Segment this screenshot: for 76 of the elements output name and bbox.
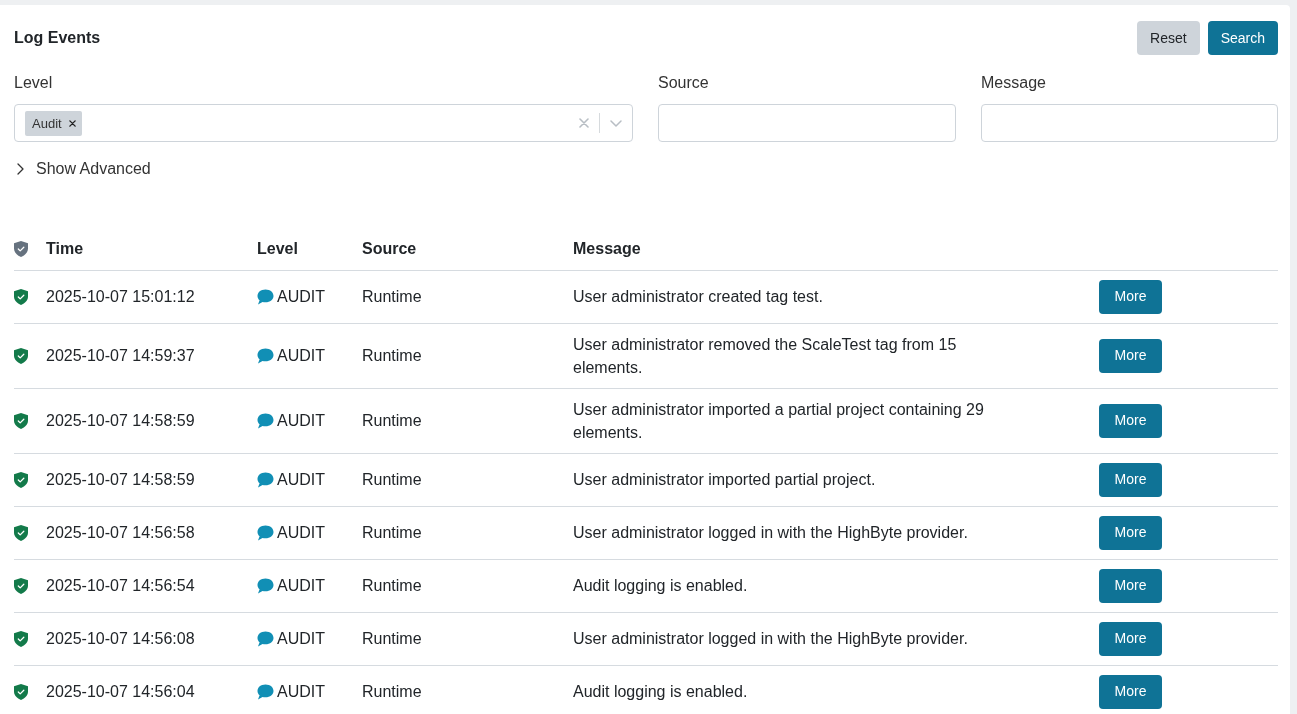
- more-button[interactable]: More: [1099, 403, 1162, 438]
- level-text: AUDIT: [277, 629, 325, 649]
- speech-bubble-icon: [257, 471, 274, 488]
- source-cell: Runtime: [362, 453, 573, 506]
- level-text: AUDIT: [277, 682, 325, 702]
- more-button[interactable]: More: [1099, 674, 1162, 709]
- message-cell: User administrator imported partial project.: [573, 453, 1099, 506]
- time-cell: 2025-10-07 14:56:54: [46, 559, 257, 612]
- shield-check-icon: [14, 630, 28, 647]
- shield-check-icon: [14, 577, 28, 594]
- search-button[interactable]: Search: [1207, 21, 1278, 55]
- level-select[interactable]: Audit: [14, 104, 633, 142]
- source-cell: Runtime: [362, 323, 573, 388]
- level-text: AUDIT: [277, 346, 325, 366]
- time-cell: 2025-10-07 14:58:59: [46, 388, 257, 453]
- column-header: Source: [362, 228, 573, 270]
- chevron-down-icon[interactable]: [610, 119, 622, 127]
- column-header: Level: [257, 228, 362, 270]
- text-input[interactable]: [658, 104, 956, 142]
- field-label: Message: [981, 73, 1047, 93]
- more-button[interactable]: More: [1099, 621, 1162, 656]
- chip-label: Audit: [32, 116, 62, 130]
- shield-check-icon: [14, 240, 28, 257]
- message-cell: User administrator removed the ScaleTest tag from 15 elements.: [573, 323, 1099, 388]
- speech-bubble-icon: [257, 412, 274, 429]
- source-cell: Runtime: [362, 559, 573, 612]
- shield-check-icon: [14, 471, 28, 488]
- source-cell: Runtime: [362, 612, 573, 665]
- more-button[interactable]: More: [1099, 462, 1162, 497]
- source-cell: Runtime: [362, 388, 573, 453]
- shield-check-icon: [14, 524, 28, 541]
- text-input[interactable]: [981, 104, 1278, 142]
- more-button[interactable]: More: [1099, 515, 1162, 550]
- speech-bubble-icon: [257, 630, 274, 647]
- time-cell: 2025-10-07 14:56:04: [46, 665, 257, 714]
- time-cell: 2025-10-07 14:56:08: [46, 612, 257, 665]
- level-text: AUDIT: [277, 576, 325, 596]
- speech-bubble-icon: [257, 524, 274, 541]
- message-cell: User administrator logged in with the HighByte provider.: [573, 612, 1099, 665]
- speech-bubble-icon: [257, 683, 274, 700]
- remove-icon[interactable]: [68, 119, 76, 127]
- message-cell: Audit logging is enabled.: [573, 559, 1099, 612]
- column-header: Time: [46, 228, 257, 270]
- show-advanced-toggle[interactable]: Show Advanced: [14, 157, 151, 181]
- panel-title: Log Events: [14, 28, 101, 48]
- level-text: AUDIT: [277, 470, 325, 490]
- time-cell: 2025-10-07 14:56:58: [46, 506, 257, 559]
- message-cell: User administrator created tag test.: [573, 270, 1099, 323]
- message-cell: User administrator imported a partial project containing 29 elements.: [573, 388, 1099, 453]
- message-cell: User administrator logged in with the HighByte provider.: [573, 506, 1099, 559]
- field-label: Level: [14, 73, 54, 93]
- time-cell: 2025-10-07 14:59:37: [46, 323, 257, 388]
- shield-check-icon: [14, 347, 28, 364]
- chevron-right-icon: [17, 163, 24, 175]
- shield-check-icon: [14, 683, 28, 700]
- time-cell: 2025-10-07 14:58:59: [46, 453, 257, 506]
- source-cell: Runtime: [362, 506, 573, 559]
- level-text: AUDIT: [277, 523, 325, 543]
- more-button[interactable]: More: [1099, 568, 1162, 603]
- reset-button[interactable]: Reset: [1137, 21, 1200, 55]
- column-header: Message: [573, 228, 1099, 270]
- shield-check-icon: [14, 412, 28, 429]
- time-cell: 2025-10-07 15:01:12: [46, 270, 257, 323]
- speech-bubble-icon: [257, 347, 274, 364]
- clear-icon[interactable]: [579, 118, 589, 128]
- shield-check-icon: [14, 288, 28, 305]
- level-text: AUDIT: [277, 287, 325, 307]
- message-cell: Audit logging is enabled.: [573, 665, 1099, 714]
- more-button[interactable]: More: [1099, 279, 1162, 314]
- source-cell: Runtime: [362, 665, 573, 714]
- level-text: AUDIT: [277, 411, 325, 431]
- source-cell: Runtime: [362, 270, 573, 323]
- speech-bubble-icon: [257, 288, 274, 305]
- more-button[interactable]: More: [1099, 338, 1162, 373]
- speech-bubble-icon: [257, 577, 274, 594]
- field-label: Source: [658, 73, 710, 93]
